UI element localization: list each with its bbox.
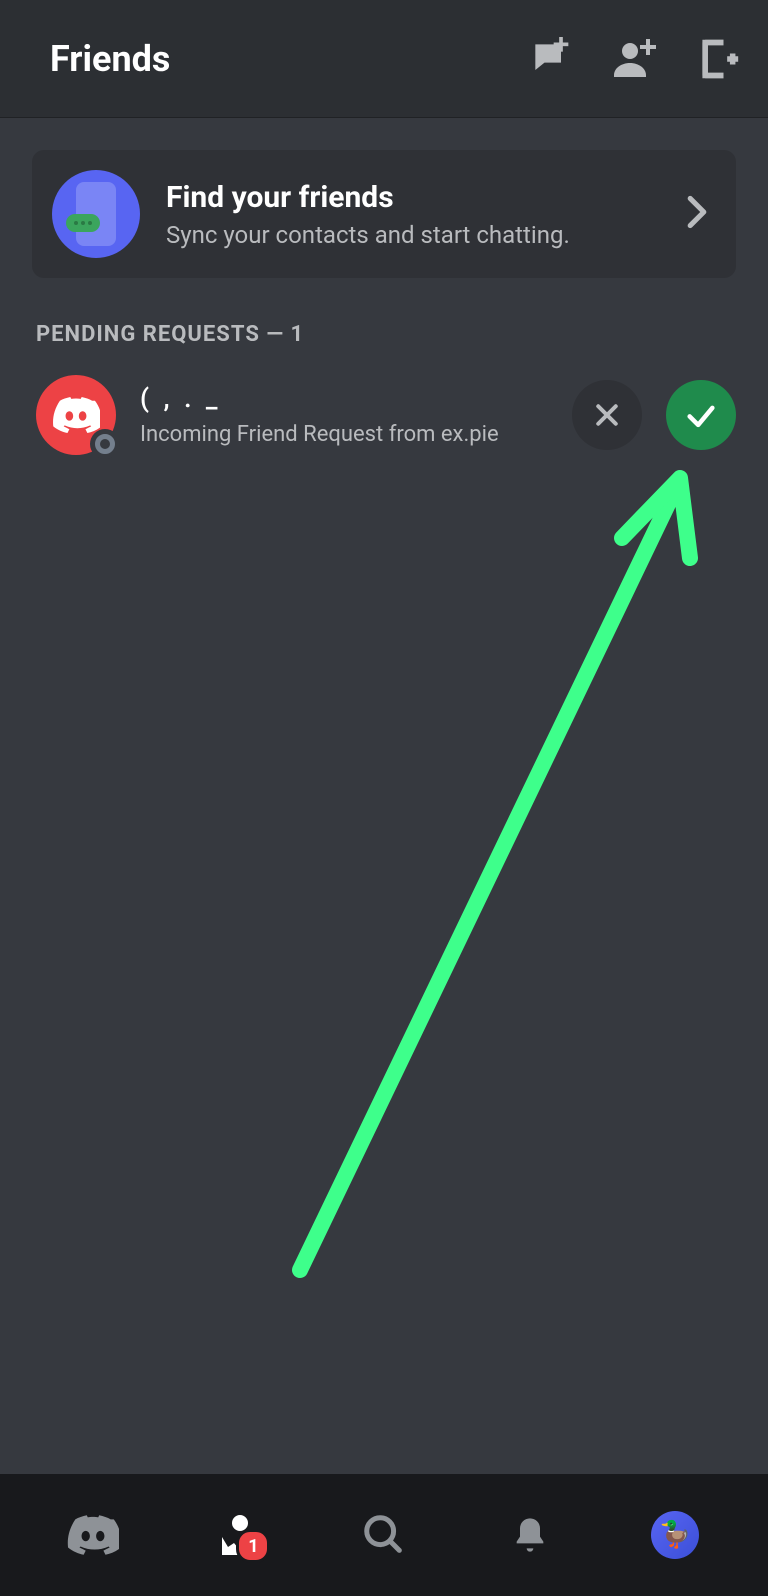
- decline-button[interactable]: [572, 380, 642, 450]
- find-friends-text: Find your friends Sync your contacts and…: [166, 180, 660, 249]
- find-friends-title: Find your friends: [166, 180, 660, 215]
- header-actions: [528, 35, 740, 83]
- find-friends-subtitle: Sync your contacts and start chatting.: [166, 221, 660, 249]
- chevron-right-icon: [686, 195, 708, 233]
- bottom-nav: 1 🦆: [0, 1474, 768, 1596]
- nav-notifications-icon[interactable]: [494, 1499, 566, 1571]
- accept-button[interactable]: [666, 380, 736, 450]
- find-friends-card[interactable]: Find your friends Sync your contacts and…: [32, 150, 736, 278]
- pending-section-header: PENDING REQUESTS — 1: [36, 322, 736, 347]
- avatar: [36, 375, 116, 455]
- status-offline-icon: [90, 429, 120, 459]
- friends-badge: 1: [236, 1529, 270, 1563]
- content: Find your friends Sync your contacts and…: [0, 118, 768, 459]
- new-message-icon[interactable]: [528, 37, 572, 81]
- request-text: ( , . _ Incoming Friend Request from ex.…: [140, 384, 548, 447]
- add-friend-icon[interactable]: [610, 35, 658, 83]
- friend-request-row[interactable]: ( , . _ Incoming Friend Request from ex.…: [32, 371, 736, 459]
- request-subtitle: Incoming Friend Request from ex.pie: [140, 422, 548, 447]
- find-friends-illustration: [52, 170, 140, 258]
- add-server-icon[interactable]: [696, 37, 740, 81]
- nav-profile-icon[interactable]: 🦆: [639, 1499, 711, 1571]
- profile-avatar: 🦆: [651, 1511, 699, 1559]
- nav-friends-icon[interactable]: 1: [202, 1499, 274, 1571]
- nav-search-icon[interactable]: [348, 1499, 420, 1571]
- request-actions: [572, 380, 736, 450]
- page-title: Friends: [50, 38, 528, 80]
- request-username: ( , . _: [140, 384, 548, 414]
- nav-home-icon[interactable]: [57, 1499, 129, 1571]
- header: Friends: [0, 0, 768, 118]
